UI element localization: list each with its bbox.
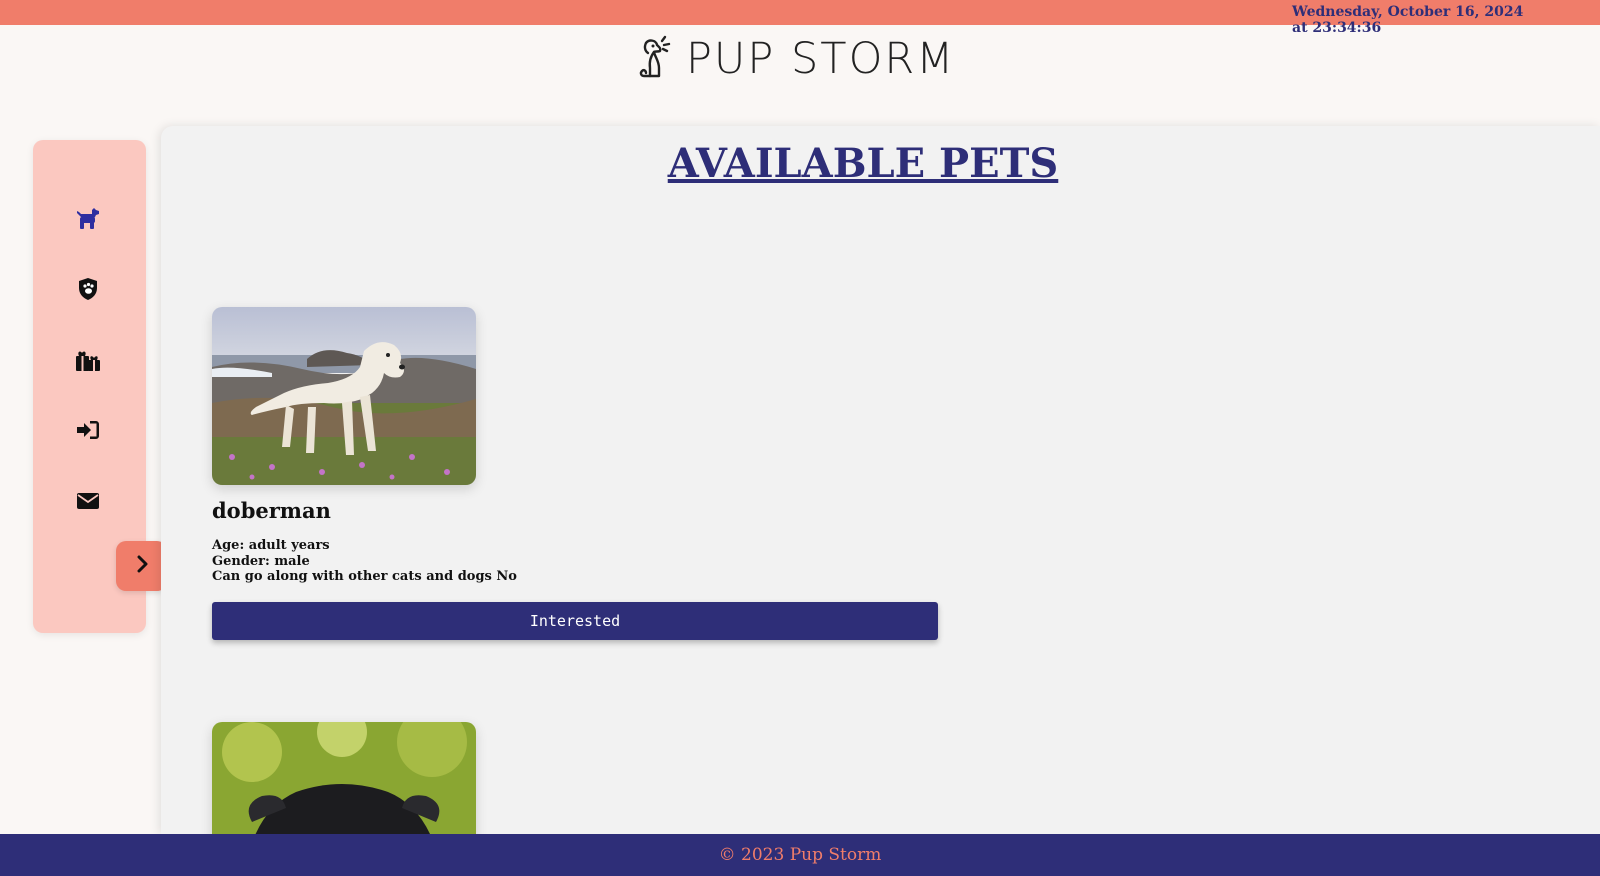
- dog-icon: [75, 207, 101, 235]
- brand-name: PUP STORM: [686, 34, 956, 84]
- interested-button[interactable]: Interested: [212, 602, 938, 640]
- sidebar-item-donate[interactable]: [73, 347, 103, 377]
- page-title: AVAILABLE PETS: [667, 140, 1059, 187]
- pet-details: Age: adult years Gender: male Can go alo…: [212, 538, 517, 585]
- dog-logo-icon: [636, 35, 672, 83]
- pet-age: Age: adult years: [212, 538, 330, 553]
- pet-photo: [212, 722, 476, 834]
- sidebar-item-contact[interactable]: [73, 488, 103, 518]
- sidebar-item-protection[interactable]: [73, 276, 103, 306]
- chevron-right-icon: [135, 555, 149, 577]
- main-content: AVAILABLE PETS doberman Age: adult years…: [161, 126, 1600, 834]
- sidebar-item-login[interactable]: [73, 417, 103, 447]
- pet-name: doberman: [212, 498, 331, 523]
- copyright-text: © 2023 Pup Storm: [718, 845, 882, 865]
- pet-compatibility: Can go along with other cats and dogs No: [212, 569, 517, 584]
- envelope-icon: [76, 492, 100, 514]
- brand-logo[interactable]: PUP STORM: [636, 34, 955, 84]
- footer: © 2023 Pup Storm: [0, 834, 1600, 876]
- current-datetime: Wednesday, October 16, 2024 at 23:34:36: [1292, 4, 1524, 36]
- sidebar-toggle-button[interactable]: [116, 541, 167, 591]
- login-icon: [76, 419, 100, 445]
- pet-photo: [212, 307, 476, 485]
- sidebar-item-pets[interactable]: [73, 206, 103, 236]
- gift-icon: [74, 348, 102, 376]
- shield-paw-icon: [77, 277, 99, 305]
- pet-gender: Gender: male: [212, 553, 310, 569]
